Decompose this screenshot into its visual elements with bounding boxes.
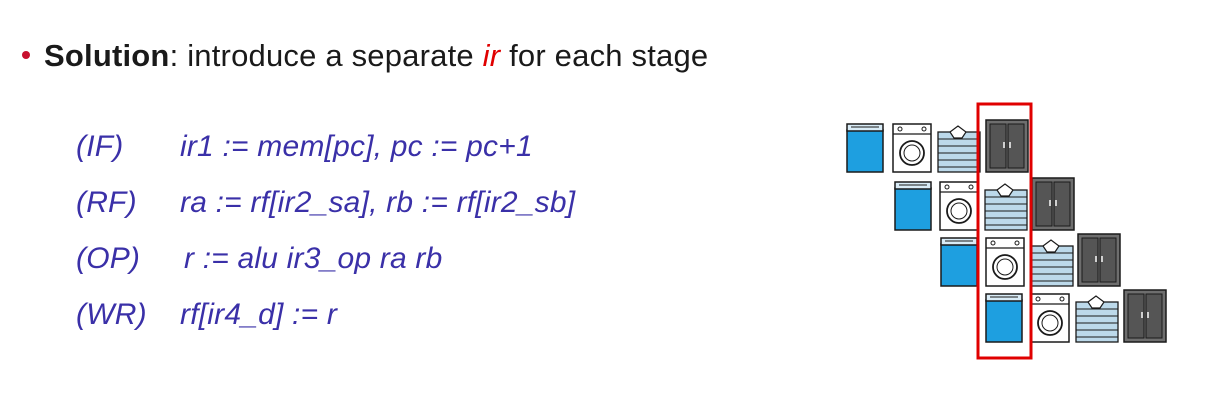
washer-icon [894,181,932,231]
closet-icon [985,119,1029,173]
dryer-icon [1030,293,1070,343]
closet-icon [1031,177,1075,231]
dryer-icon [985,237,1025,287]
dryer-icon [939,181,979,231]
pipeline-row-1 [846,119,1029,173]
pipeline-row-2 [894,177,1075,231]
dryer-icon [892,123,932,173]
folded-clothes-icon [1030,239,1074,287]
washer-icon [985,293,1023,343]
closet-icon [1123,289,1167,343]
folded-clothes-icon [984,183,1028,231]
folded-clothes-icon [1075,295,1119,343]
pipeline-row-4 [985,289,1167,343]
washer-icon [940,237,978,287]
closet-icon [1077,233,1121,287]
washer-icon [846,123,884,173]
laundry-pipeline-diagram [846,102,1167,360]
folded-clothes-icon [937,125,981,173]
